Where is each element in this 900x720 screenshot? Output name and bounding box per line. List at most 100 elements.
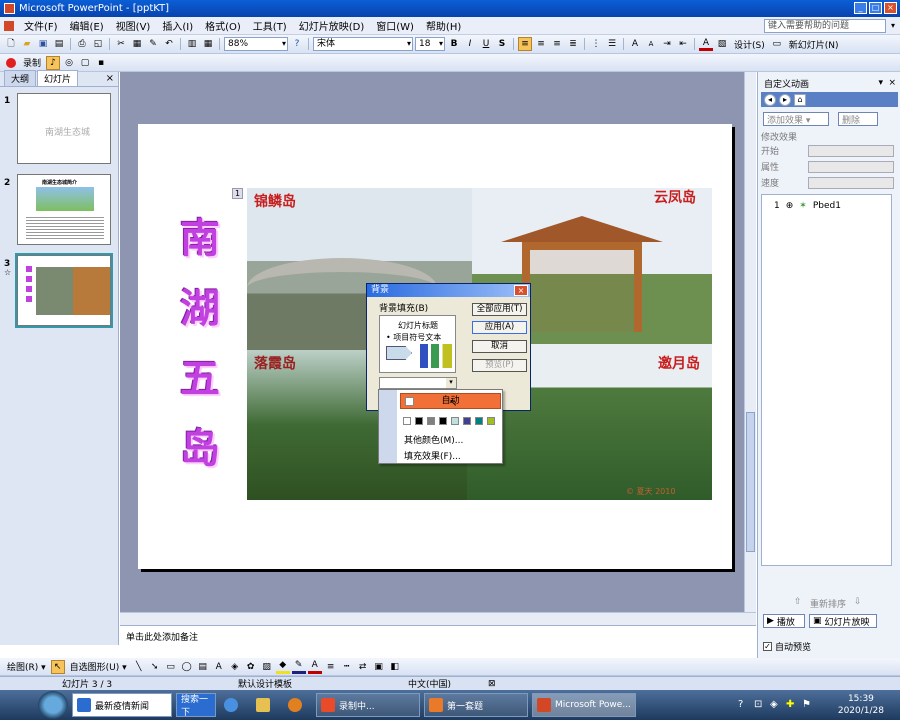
tray-flag-icon[interactable]: ⚑ <box>802 699 811 710</box>
paste-icon[interactable]: ▦ <box>130 37 144 51</box>
increase-font-icon[interactable]: A <box>628 37 642 51</box>
italic-button[interactable]: I <box>463 37 477 51</box>
zoom-select[interactable]: 88% <box>224 37 288 51</box>
task-powerpoint[interactable]: Microsoft Powe... <box>532 693 636 717</box>
line-style-icon[interactable]: ≡ <box>324 660 338 674</box>
preview-button[interactable]: 预览(P) <box>472 359 527 372</box>
menu-format[interactable]: 格式(O) <box>199 17 247 34</box>
fill-dropdown-icon[interactable]: ▾ <box>446 378 456 388</box>
camera-icon[interactable]: ▪ <box>94 56 108 70</box>
new-slide-icon[interactable]: ▭ <box>770 37 784 51</box>
numbering-icon[interactable]: ⋮ <box>589 37 603 51</box>
record-button[interactable]: 录制 <box>20 56 44 69</box>
tray-security-icon[interactable]: ✚ <box>786 699 794 710</box>
add-effect-button[interactable]: 添加效果 ▾ <box>763 112 829 126</box>
menu-tools[interactable]: 工具(T) <box>247 17 293 34</box>
align-left-icon[interactable]: ≡ <box>518 37 532 51</box>
scroll-thumb[interactable] <box>746 412 755 552</box>
menu-file[interactable]: 文件(F) <box>18 17 64 34</box>
indent-icon[interactable]: ⇥ <box>660 37 674 51</box>
color-swatch[interactable] <box>415 417 423 425</box>
clipart-icon[interactable]: ✿ <box>244 660 258 674</box>
ie-pinned[interactable] <box>220 693 248 717</box>
color-swatch[interactable] <box>439 417 447 425</box>
draw-menu-button[interactable]: 绘图(R) ▾ <box>4 660 49 673</box>
permission-icon[interactable]: ▤ <box>52 37 66 51</box>
horizontal-scrollbar[interactable] <box>120 612 756 625</box>
menu-window[interactable]: 窗口(W) <box>370 17 420 34</box>
apply-all-button[interactable]: 全部应用(T) <box>472 303 527 316</box>
reorder-up-icon[interactable]: ⇧ <box>794 597 802 607</box>
picture-icon[interactable]: ▨ <box>260 660 274 674</box>
align-right-icon[interactable]: ≡ <box>550 37 564 51</box>
slideshow-button[interactable]: ▣ 幻灯片放映 <box>809 614 877 628</box>
delete-effect-button[interactable]: 删除 <box>838 112 878 126</box>
help-dropdown-icon[interactable]: ▾ <box>888 19 898 33</box>
font-color-icon[interactable]: A <box>699 37 713 51</box>
decrease-font-icon[interactable]: A <box>644 37 658 51</box>
task-recording[interactable]: 录制中... <box>316 693 420 717</box>
design-icon[interactable]: ▧ <box>715 37 729 51</box>
oval-icon[interactable]: ◯ <box>180 660 194 674</box>
autoshapes-button[interactable]: 自选图形(U) ▾ <box>67 660 130 673</box>
home-icon[interactable]: ⌂ <box>794 93 806 106</box>
menu-slideshow[interactable]: 幻灯片放映(D) <box>293 17 371 34</box>
play-button[interactable]: ▶ 播放 <box>763 614 805 628</box>
tray-volume-icon[interactable]: ◈ <box>770 699 778 710</box>
cut-icon[interactable]: ✂ <box>114 37 128 51</box>
slide-thumbnail-2[interactable]: 南湖生态城简介 <box>17 174 111 245</box>
cancel-button[interactable]: 取消 <box>472 340 527 353</box>
start-button-icon[interactable] <box>38 691 68 719</box>
color-swatch[interactable] <box>451 417 459 425</box>
system-clock[interactable]: 15:39 2020/1/28 <box>838 693 884 717</box>
start-select[interactable] <box>808 145 894 157</box>
textbox-icon[interactable]: ▤ <box>196 660 210 674</box>
preview-icon[interactable]: ◱ <box>91 37 105 51</box>
menu-view[interactable]: 视图(V) <box>110 17 157 34</box>
color-swatch[interactable] <box>487 417 495 425</box>
arrow-style-icon[interactable]: ⇄ <box>356 660 370 674</box>
more-colors-option[interactable]: 其他颜色(M)... <box>404 433 463 446</box>
minimize-button[interactable]: _ <box>854 2 867 14</box>
media-pinned[interactable] <box>284 693 312 717</box>
grid-icon[interactable]: ▦ <box>201 37 215 51</box>
apply-button[interactable]: 应用(A) <box>472 321 527 334</box>
color-swatch[interactable] <box>427 417 435 425</box>
select-pointer-icon[interactable]: ↖ <box>50 659 65 674</box>
notes-pane[interactable]: 单击此处添加备注 <box>120 625 756 658</box>
color-swatch[interactable] <box>463 417 471 425</box>
table-icon[interactable]: ▥ <box>185 37 199 51</box>
reorder-down-icon[interactable]: ⇩ <box>854 597 862 607</box>
pane-menu-icon[interactable]: ▾ <box>878 78 883 88</box>
slide-thumbnail-3[interactable] <box>15 253 113 328</box>
tray-help-icon[interactable]: ? <box>738 699 743 710</box>
print-icon[interactable]: ⎙ <box>75 37 89 51</box>
font-color-draw-icon[interactable]: A <box>307 660 322 674</box>
explorer-pinned[interactable] <box>252 693 280 717</box>
task-first-set[interactable]: 第一套题 <box>424 693 528 717</box>
justify-icon[interactable]: ≣ <box>566 37 580 51</box>
task-news[interactable]: 最新疫情新闻 <box>72 693 172 717</box>
design-button[interactable]: 设计(S) <box>731 38 768 51</box>
help-icon[interactable]: ? <box>290 37 304 51</box>
panel-close-icon[interactable]: × <box>106 73 114 84</box>
wordart-icon[interactable]: A <box>212 660 226 674</box>
font-size-select[interactable]: 18 <box>415 37 445 51</box>
rectangle-icon[interactable]: ▭ <box>164 660 178 674</box>
format-painter-icon[interactable]: ✎ <box>146 37 160 51</box>
close-button[interactable]: × <box>884 2 897 14</box>
undo-icon[interactable]: ↶ <box>162 37 176 51</box>
forward-icon[interactable]: ▸ <box>779 93 791 106</box>
font-select[interactable]: 宋体 <box>313 37 413 51</box>
new-slide-button[interactable]: 新幻灯片(N) <box>786 38 842 51</box>
line-icon[interactable]: ╲ <box>132 660 146 674</box>
tab-slides[interactable]: 幻灯片 <box>37 70 79 86</box>
tab-outline[interactable]: 大纲 <box>4 70 37 86</box>
slide-thumbnail-1[interactable]: 南湖生态城 <box>17 93 111 164</box>
menu-help[interactable]: 帮助(H) <box>420 17 467 34</box>
outdent-icon[interactable]: ⇤ <box>676 37 690 51</box>
vertical-scrollbar[interactable] <box>744 72 756 612</box>
color-swatch[interactable] <box>475 417 483 425</box>
shadow-button[interactable]: S <box>495 37 509 51</box>
comment-icon[interactable]: ▢ <box>78 56 92 70</box>
